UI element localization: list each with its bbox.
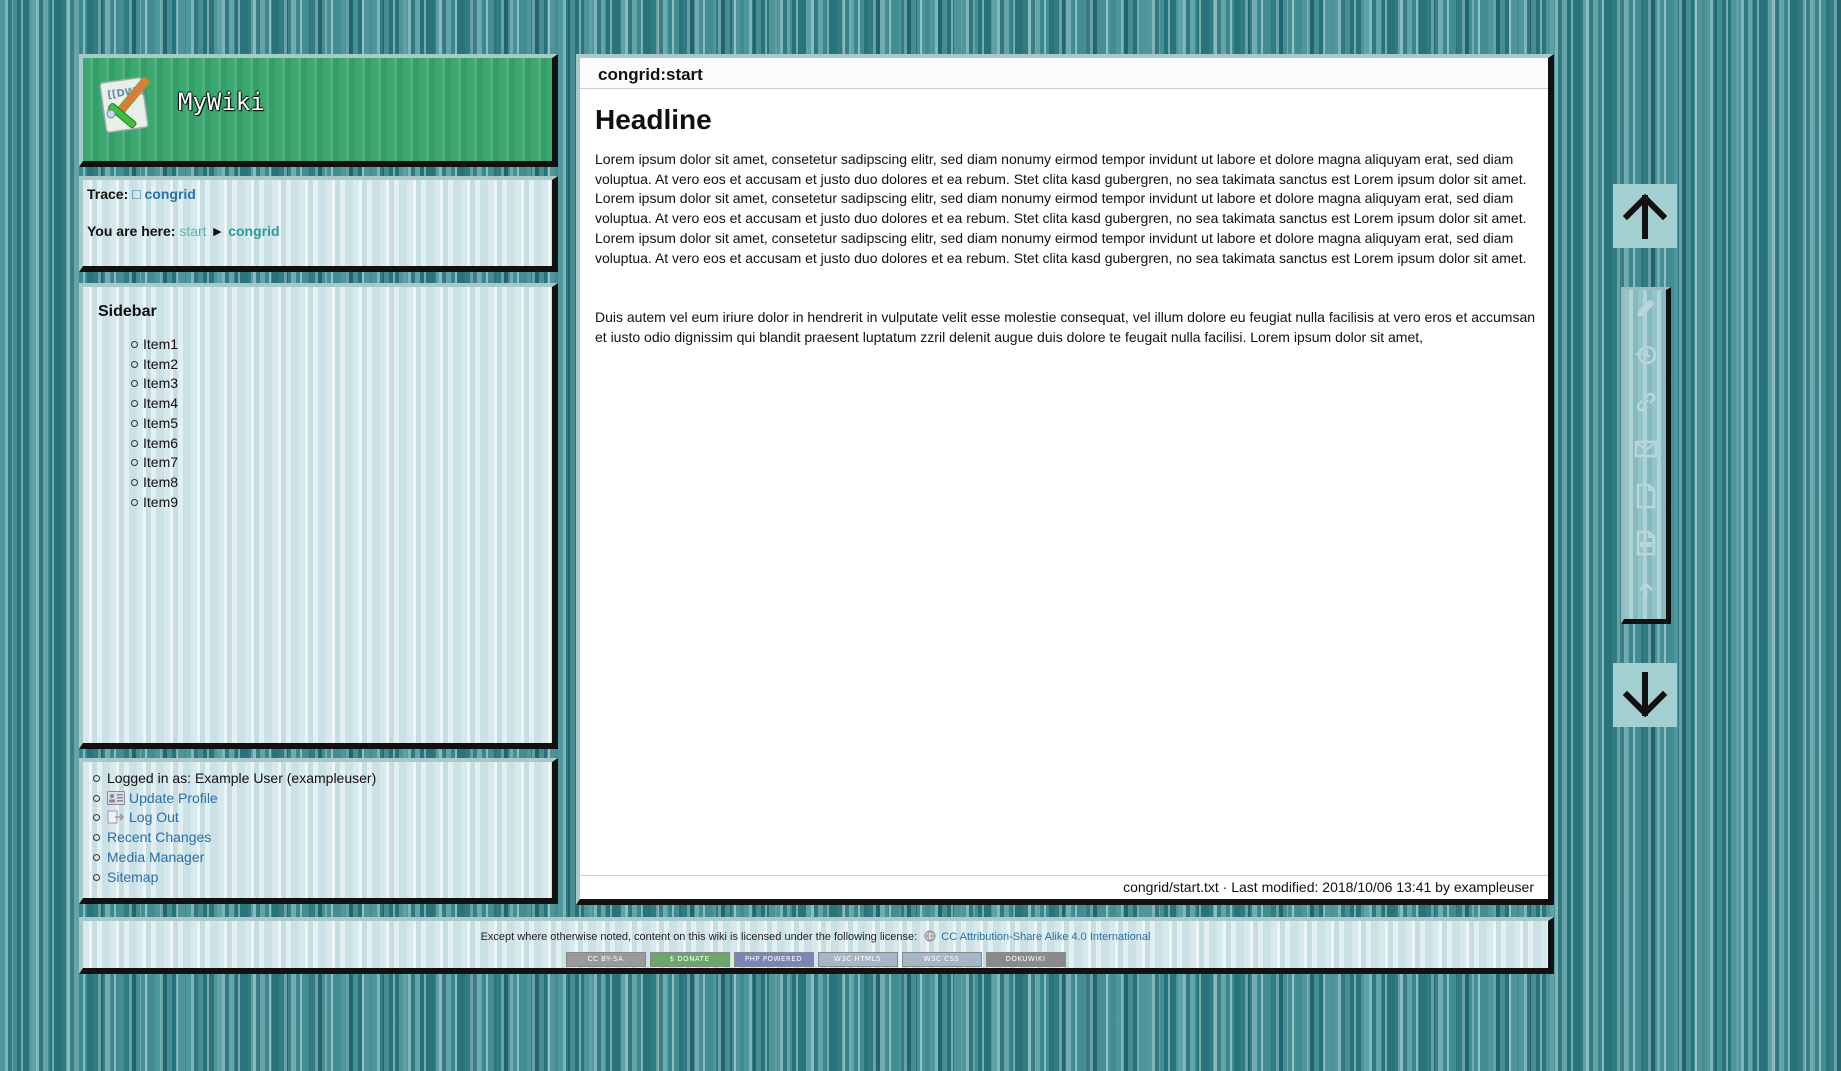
- site-footer: Except where otherwise noted, content on…: [79, 917, 1554, 974]
- you-are-here-label: You are here:: [87, 223, 176, 239]
- page-id[interactable]: congrid:start: [598, 65, 703, 85]
- edit-icon: [1637, 299, 1655, 317]
- log-out-link[interactable]: Log Out: [129, 809, 179, 825]
- sidebar-item-3: Item3: [131, 374, 178, 394]
- sidebar-item-4: Item4: [131, 394, 178, 414]
- sidebar-title: Sidebar: [98, 303, 157, 320]
- sitemap-link[interactable]: Sitemap: [107, 869, 158, 885]
- logout-icon: [107, 810, 125, 824]
- site-title[interactable]: MyWiki: [178, 88, 265, 116]
- edit-tool[interactable]: [1633, 295, 1659, 321]
- media-manager-item: Media Manager: [93, 848, 376, 868]
- sidebar-list: Item1 Item2 Item3 Item4 Item5 Item6 Item…: [131, 335, 178, 512]
- email-tool[interactable]: [1633, 436, 1659, 462]
- sidebar-item-7: Item7: [131, 453, 178, 473]
- page-tools: [1621, 287, 1671, 624]
- sidebar-item-8: Item8: [131, 473, 178, 493]
- php-badge[interactable]: PHP POWERED: [733, 952, 814, 967]
- sidebar-item-2: Item2: [131, 355, 178, 375]
- cc-license-badge[interactable]: CC BY-SA: [565, 952, 646, 967]
- doc-info-bar: congrid/start.txt · Last modified: 2018/…: [580, 875, 1548, 899]
- update-profile-item: Update Profile: [93, 789, 376, 809]
- scroll-bottom-button[interactable]: [1613, 663, 1677, 727]
- trace-marker: □: [132, 186, 141, 202]
- dokuwiki-badge[interactable]: DOKUWIKI: [985, 952, 1066, 967]
- breadcrumb-separator: ►: [210, 223, 225, 239]
- media-manager-link[interactable]: Media Manager: [107, 849, 204, 865]
- arrow-down-icon: [1622, 672, 1668, 718]
- odt-export-icon: [1636, 483, 1656, 509]
- breadcrumbs-panel: Trace: □ congrid You are here: start ► c…: [79, 176, 558, 272]
- html5-badge[interactable]: W3C HTML5: [817, 952, 898, 967]
- backlinks-icon: [1636, 392, 1656, 412]
- profile-card-icon: [107, 790, 125, 805]
- you-are-here-breadcrumb: You are here: start ► congrid: [87, 223, 280, 239]
- license-link[interactable]: CC Attribution-Share Alike 4.0 Internati…: [941, 931, 1150, 943]
- recent-changes-link[interactable]: Recent Changes: [107, 829, 211, 845]
- back-to-top-tool[interactable]: [1633, 577, 1659, 603]
- odt-export-tool[interactable]: [1633, 483, 1659, 509]
- recent-changes-item: Recent Changes: [93, 828, 376, 848]
- trace-breadcrumb: Trace: □ congrid: [87, 186, 196, 202]
- css-badge[interactable]: W3C CSS: [901, 952, 982, 967]
- cc-globe-icon: [924, 930, 936, 942]
- sidebar-item-5: Item5: [131, 414, 178, 434]
- paragraph-2: Duis autem vel eum iriure dolor in hendr…: [595, 309, 1536, 345]
- email-icon: [1634, 440, 1658, 458]
- trace-item-link[interactable]: congrid: [145, 186, 196, 202]
- scroll-top-button[interactable]: [1613, 184, 1677, 248]
- site-header: [[DW]] MyWiki: [79, 54, 558, 167]
- user-tools-list: Logged in as: Example User (exampleuser)…: [93, 769, 376, 887]
- arrow-up-icon: [1622, 193, 1668, 239]
- back-to-top-icon: [1639, 582, 1653, 598]
- sidebar: Sidebar Item1 Item2 Item3 Item4 Item5 It…: [79, 283, 558, 749]
- current-page-link[interactable]: congrid: [228, 223, 279, 239]
- log-out-item: Log Out: [93, 808, 376, 828]
- paragraph-1: Lorem ipsum dolor sit amet, consetetur s…: [595, 151, 1527, 266]
- user-tools-panel: Logged in as: Example User (exampleuser)…: [79, 758, 558, 904]
- sitemap-item: Sitemap: [93, 868, 376, 888]
- dokuwiki-logo-icon[interactable]: [[DW]]: [97, 70, 163, 136]
- pdf-export-tool[interactable]: [1633, 530, 1659, 556]
- sidebar-item-1: Item1: [131, 335, 178, 355]
- license-text: Except where otherwise noted, content on…: [480, 931, 918, 943]
- license-text-line: Except where otherwise noted, content on…: [83, 930, 1548, 943]
- backlinks-tool[interactable]: [1633, 389, 1659, 415]
- history-icon: [1635, 345, 1657, 365]
- main-content: congrid:start Headline Lorem ipsum dolor…: [576, 54, 1554, 905]
- doc-info: congrid/start.txt · Last modified: 2018/…: [1123, 879, 1534, 895]
- trace-label: Trace:: [87, 186, 129, 202]
- update-profile-link[interactable]: Update Profile: [129, 790, 218, 806]
- history-tool[interactable]: [1633, 342, 1659, 368]
- page-id-bar: congrid:start: [580, 58, 1548, 89]
- donate-badge[interactable]: $ DONATE: [649, 952, 730, 967]
- sidebar-item-6: Item6: [131, 434, 178, 454]
- pdf-export-icon: [1636, 530, 1656, 556]
- sidebar-item-9: Item9: [131, 493, 178, 513]
- footer-badges: CC BY-SA $ DONATE PHP POWERED W3C HTML5 …: [83, 952, 1548, 967]
- logged-in-status: Logged in as: Example User (exampleuser): [93, 769, 376, 789]
- page-headline: Headline: [595, 104, 712, 135]
- start-link[interactable]: start: [179, 223, 206, 239]
